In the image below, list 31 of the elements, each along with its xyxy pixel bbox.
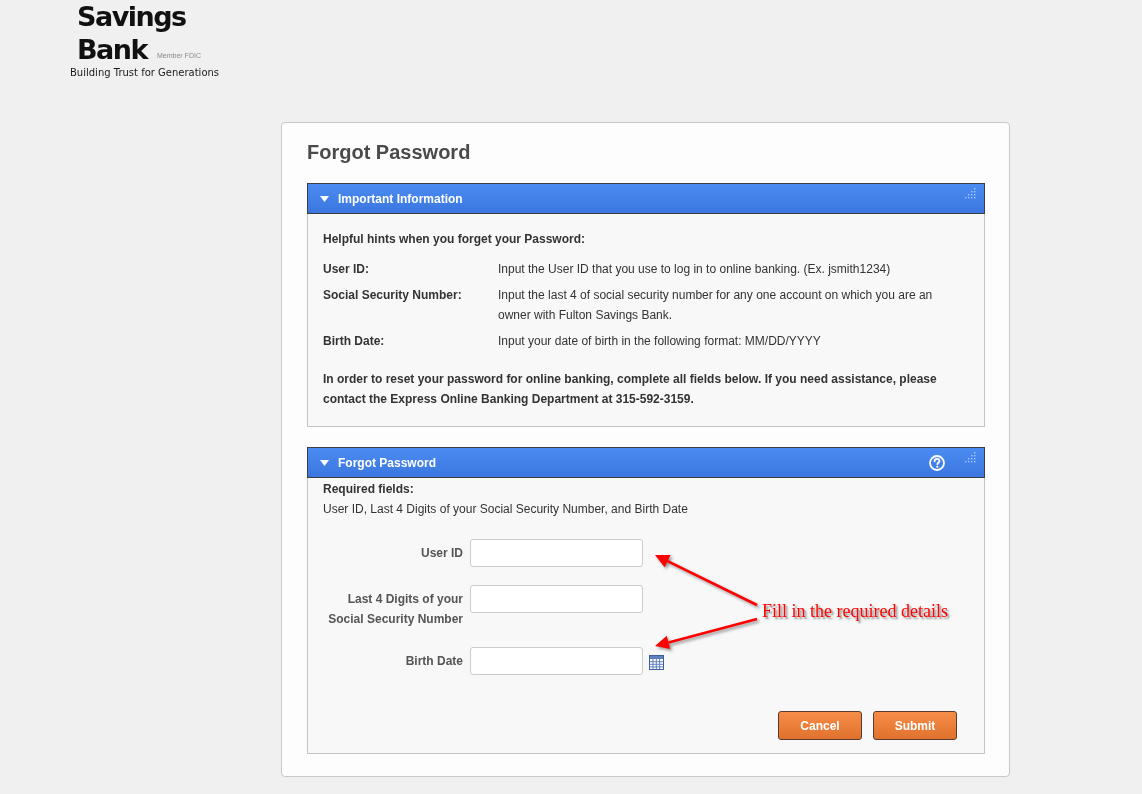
input-field[interactable]: [470, 585, 643, 613]
hint-label: Social Security Number:: [323, 287, 463, 304]
required-heading: Required fields:: [323, 481, 415, 498]
date-input-field[interactable]: [470, 647, 643, 675]
hint-text: Input the last 4 of social security number for any one account on which you are an owner with Fulton Savings Bank.: [498, 287, 934, 324]
panel-title: Forgot Password: [338, 455, 436, 470]
field-label: Last 4 Digits of your Social Security Number: [327, 591, 463, 628]
collapse-triangle-icon[interactable]: [320, 195, 329, 202]
action-button[interactable]: Submit: [873, 711, 957, 740]
hint-heading: Helpful hints when you forget your Password:: [323, 231, 587, 248]
hint-text: Input your date of birth in the following format: MM/DD/YYYY: [498, 333, 822, 350]
logo-wordmark: Bank: [77, 33, 149, 66]
panel-title: Important Information: [338, 191, 463, 206]
required-fields-text: User ID, Last 4 Digits of your Social Security Number, and Birth Date: [323, 501, 689, 518]
field-label: Birth Date: [404, 653, 463, 670]
hint-label: User ID:: [323, 261, 370, 278]
calendar-icon[interactable]: [649, 655, 664, 670]
collapse-triangle-icon[interactable]: [320, 459, 329, 466]
input-field[interactable]: [470, 539, 643, 567]
help-icon[interactable]: [929, 454, 945, 471]
page-title: Forgot Password: [307, 140, 472, 164]
hint-text: Input the User ID that you use to log in to online banking. (Ex. jsmith1234): [498, 261, 892, 278]
drag-grip-icon[interactable]: [965, 452, 976, 463]
drag-grip-icon[interactable]: [965, 188, 976, 199]
field-label: User ID: [419, 545, 463, 562]
annotation-text: Fill in the required details: [762, 600, 948, 622]
hint-label: Birth Date:: [323, 333, 386, 350]
action-button[interactable]: Cancel: [778, 711, 862, 740]
logo-wordmark: Savings: [77, 0, 187, 33]
logo-tagline: Building Trust for Generations: [70, 66, 220, 79]
instructions-text: In order to reset your password for online banking, complete all fields below. If you need assistance, please contact the Express Online Banking Department at 315-592-3159.: [323, 371, 938, 408]
